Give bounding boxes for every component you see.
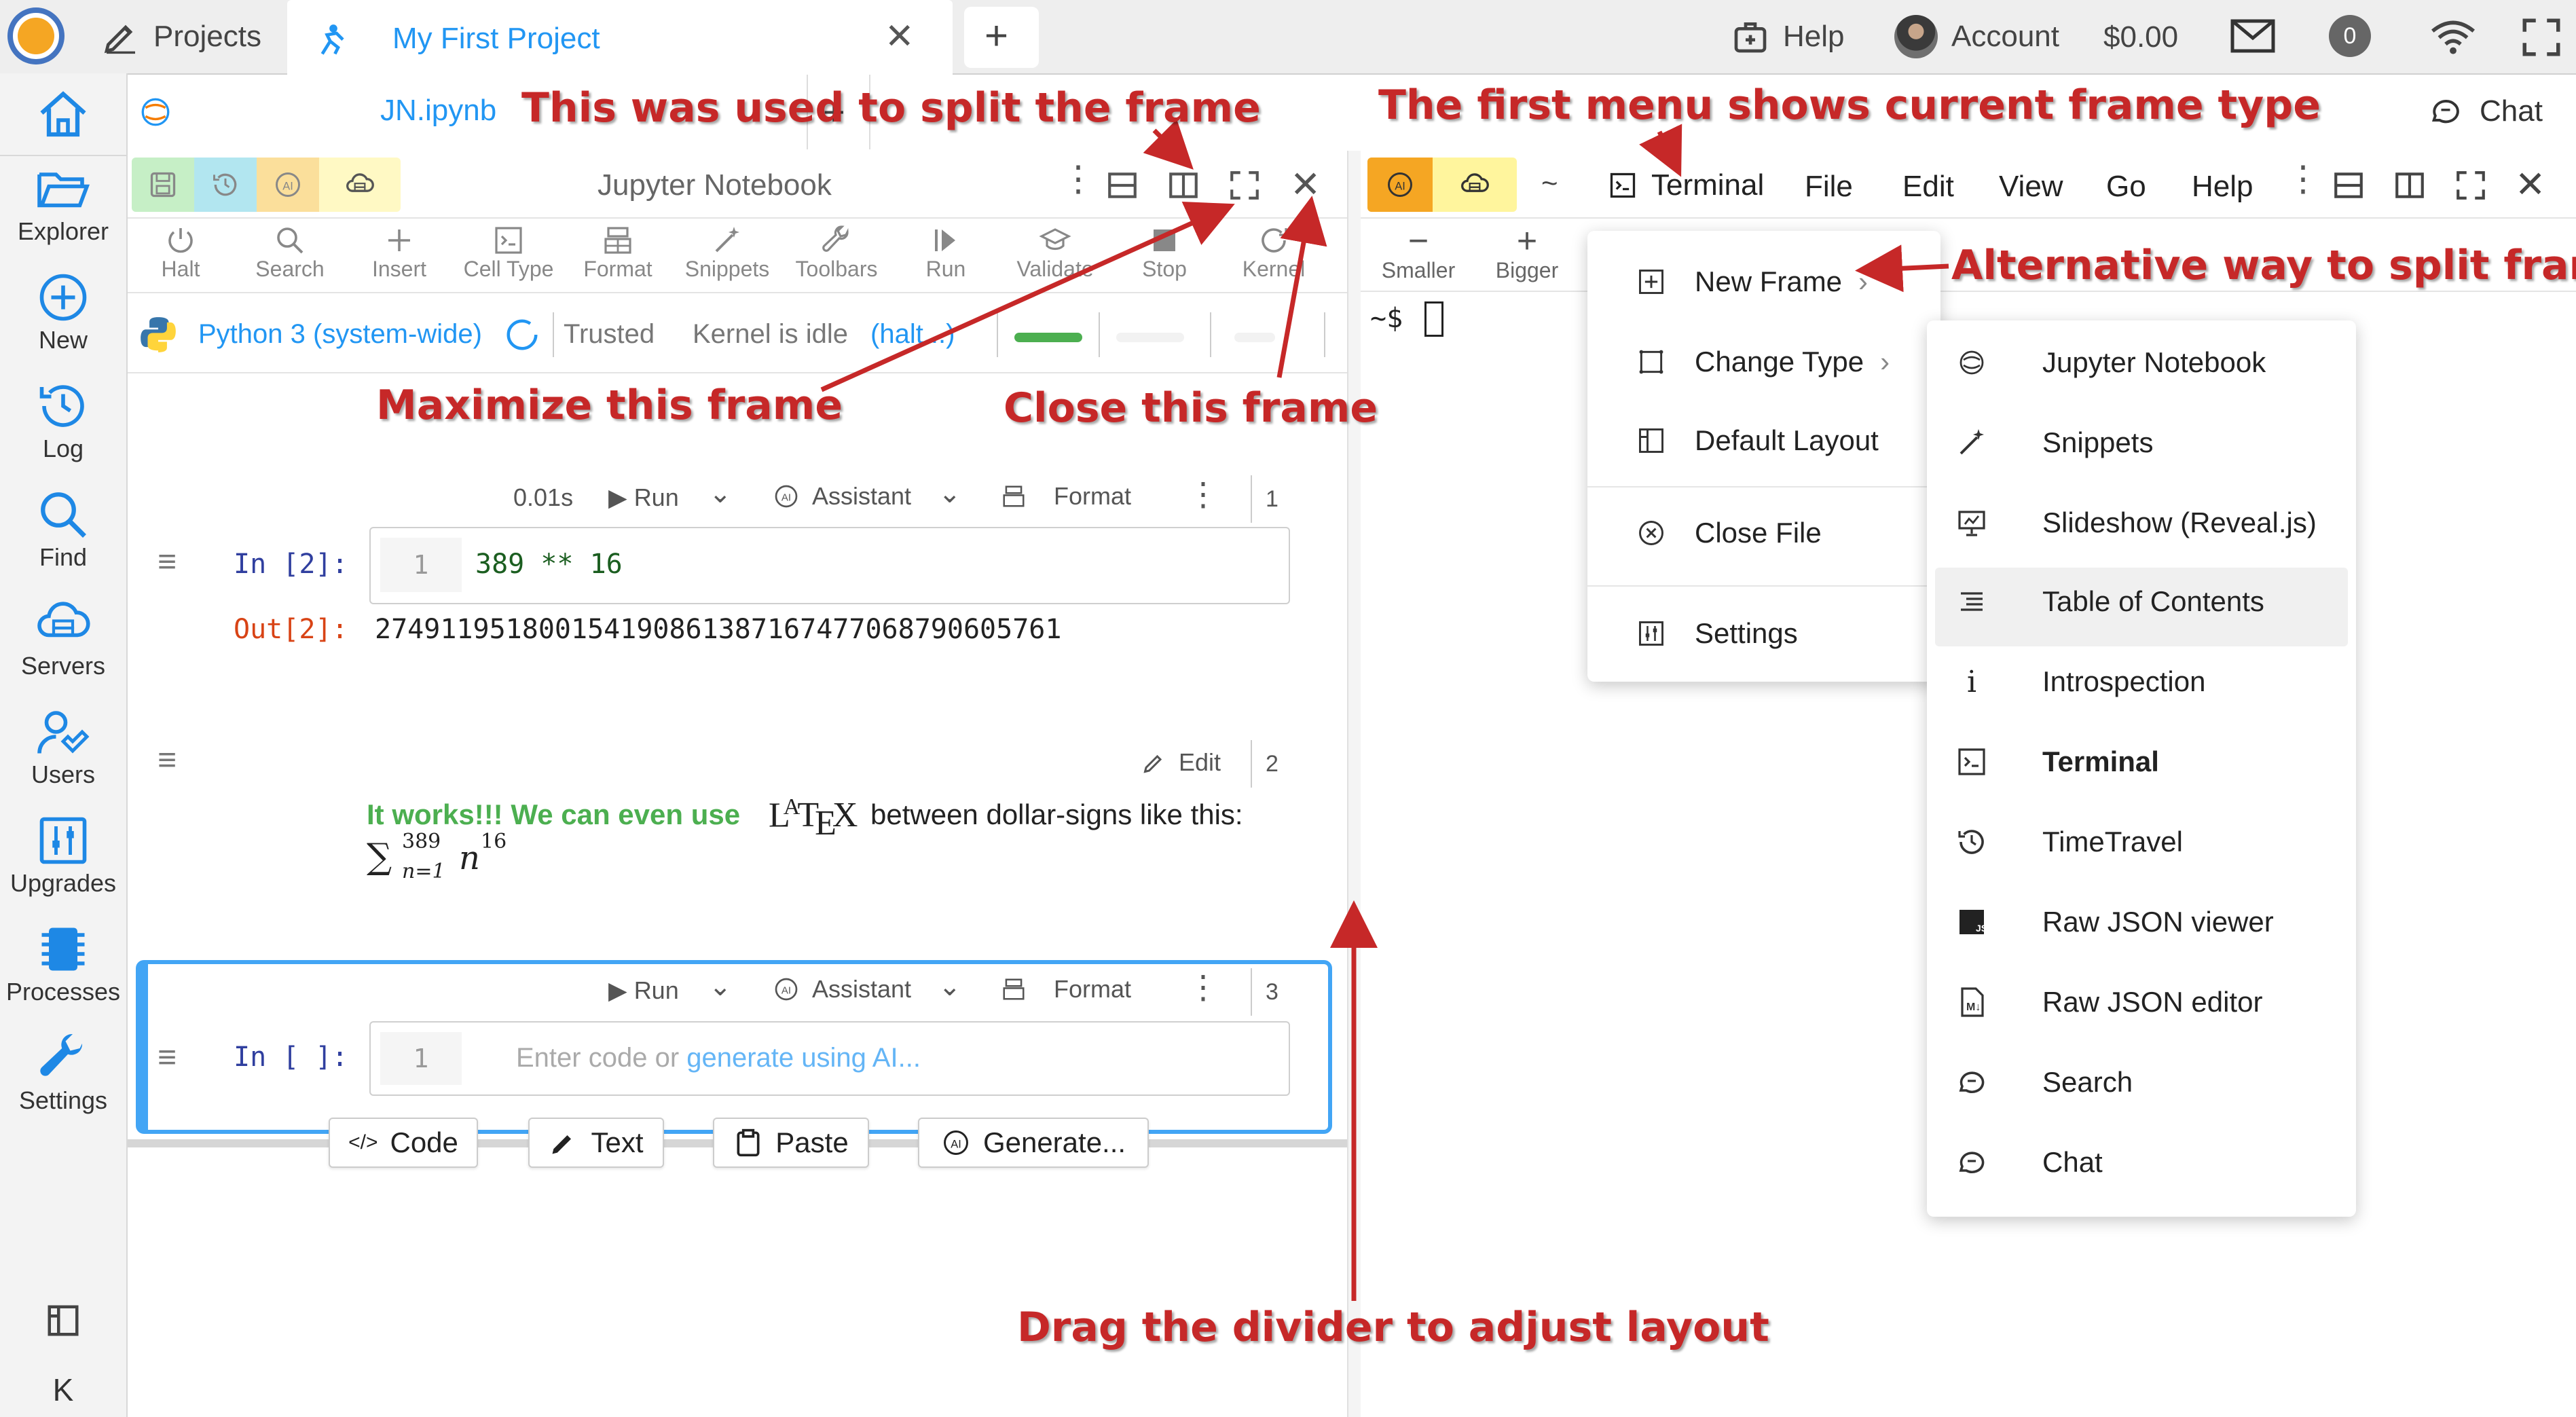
annotation-first-menu: The first menu shows current frame type bbox=[1378, 81, 2321, 129]
annotation-arrows bbox=[820, 119, 1949, 1301]
annotation-maximize: Maximize this frame bbox=[376, 382, 843, 429]
annotation-divider: Drag the divider to adjust layout bbox=[1017, 1304, 1769, 1351]
annotation-split: This was used to split the frame bbox=[521, 84, 1261, 132]
annotation-alt-split: Alternative way to split frame bbox=[1951, 242, 2576, 289]
annotation-close: Close this frame bbox=[1004, 384, 1378, 432]
